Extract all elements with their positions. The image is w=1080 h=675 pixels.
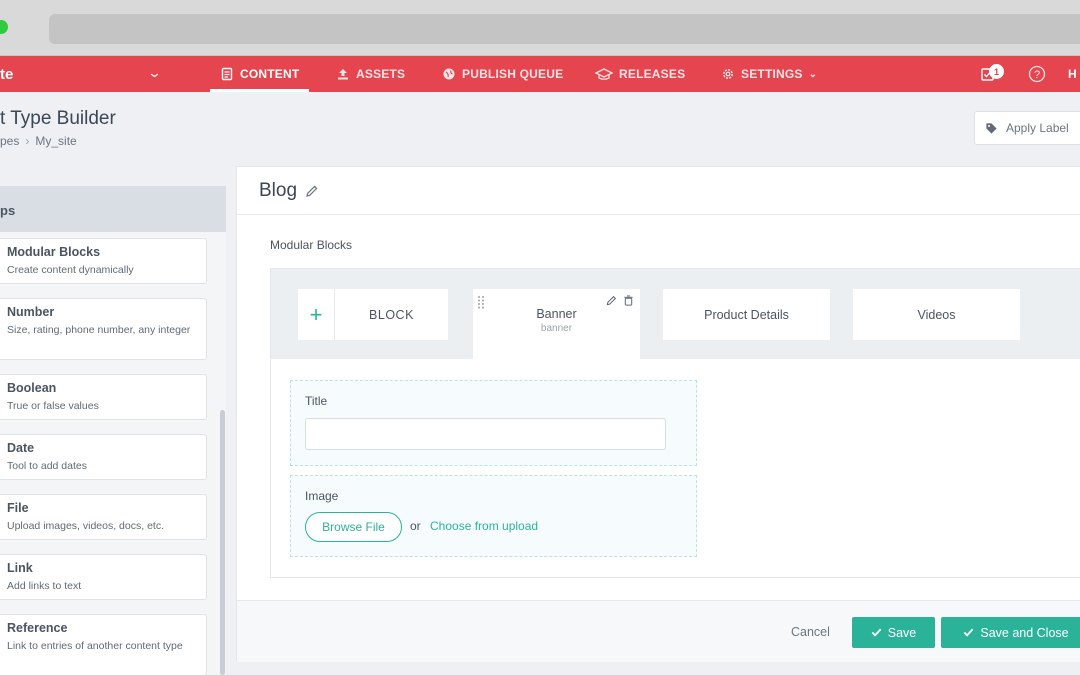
image-field-zone[interactable]: Image Browse File or Choose from upload (290, 475, 697, 557)
top-nav: te ⌄ CONTENT ASSETS PUBLISH QUEUE RELEAS… (0, 56, 1080, 92)
apply-label-button[interactable]: Apply Label (974, 111, 1080, 145)
field-desc: Link to entries of another content type (7, 640, 183, 652)
field-desc: Tool to add dates (7, 460, 87, 472)
title-field-zone[interactable]: Title (290, 380, 697, 466)
field-desc: Size, rating, phone number, any integer (7, 324, 191, 336)
field-boolean[interactable]: Boolean True or false values (0, 374, 207, 420)
field-palette: ps Modular Blocks Create content dynamic… (0, 186, 226, 675)
field-modular-blocks[interactable]: Modular Blocks Create content dynamicall… (0, 238, 207, 284)
field-name: Reference (7, 621, 68, 635)
releases-icon (595, 68, 613, 80)
field-name: Boolean (7, 381, 57, 395)
check-icon (964, 628, 974, 637)
help-icon: ? (1028, 65, 1046, 83)
user-menu[interactable]: H (1068, 56, 1077, 92)
upload-icon (338, 69, 348, 80)
save-label: Save (887, 625, 917, 640)
trash-icon[interactable] (623, 295, 634, 306)
nav-content-label: CONTENT (240, 67, 300, 81)
footer-actions: Cancel Save Save and Close (237, 601, 1080, 662)
field-name: Modular Blocks (7, 245, 101, 259)
block-tab-name: Banner (536, 307, 577, 321)
browser-chrome (0, 0, 1080, 56)
edit-pencil-icon[interactable] (305, 184, 319, 198)
block-tab-videos[interactable]: Videos (853, 289, 1020, 340)
field-date[interactable]: Date Tool to add dates (0, 434, 207, 480)
breadcrumb-current: My_site (35, 134, 77, 148)
block-tab-product-details[interactable]: Product Details (663, 289, 830, 340)
block-tab-tools (606, 295, 634, 306)
svg-text:?: ? (1034, 69, 1040, 81)
nav-assets-label: ASSETS (356, 67, 406, 81)
nav-publish-queue[interactable]: PUBLISH QUEUE (442, 56, 563, 92)
block-tab-uid: banner (540, 323, 573, 334)
field-name: Link (7, 561, 33, 575)
field-desc: Upload images, videos, docs, etc. (7, 520, 164, 532)
cancel-button[interactable]: Cancel (791, 625, 830, 639)
sidebar-scrollbar[interactable] (220, 410, 225, 675)
window-maximize-dot[interactable] (0, 20, 8, 34)
field-name: Date (7, 441, 35, 455)
modular-blocks-label: Modular Blocks (270, 238, 353, 252)
field-desc: Create content dynamically (7, 264, 134, 276)
field-reference[interactable]: Reference Link to entries of another con… (0, 614, 207, 675)
gear-icon (723, 69, 733, 79)
help-button[interactable]: ? (1028, 56, 1046, 92)
tag-icon (986, 122, 997, 134)
block-tab-name: Product Details (704, 307, 789, 322)
title-input[interactable] (305, 418, 666, 450)
plus-icon: + (298, 289, 335, 340)
image-label: Image (305, 489, 339, 503)
stack-name[interactable]: te (0, 66, 13, 83)
drag-handle-icon[interactable] (477, 295, 485, 309)
field-name: File (7, 501, 29, 515)
stack-switcher-chevron-icon[interactable]: ⌄ (147, 65, 162, 81)
divider (237, 214, 1080, 215)
block-tab-name: Videos (917, 307, 956, 322)
nav-assets[interactable]: ASSETS (336, 56, 405, 92)
edit-pencil-icon[interactable] (606, 295, 617, 306)
apply-label-text: Apply Label (1006, 121, 1069, 135)
block-tab-banner[interactable]: Banner banner (473, 289, 640, 360)
page-title: t Type Builder (0, 108, 116, 129)
nav-publish-queue-label: PUBLISH QUEUE (462, 67, 564, 81)
breadcrumb-content-types[interactable]: pes (0, 134, 19, 148)
field-name: Number (7, 305, 55, 319)
field-link[interactable]: Link Add links to text (0, 554, 207, 600)
builder-panel: Blog Modular Blocks + BLOCK Banner banne… (236, 166, 1080, 662)
save-and-close-button[interactable]: Save and Close (941, 617, 1080, 648)
field-desc: True or false values (7, 400, 99, 412)
field-desc: Add links to text (7, 580, 82, 592)
address-bar[interactable] (49, 14, 1080, 44)
settings-chevron-icon: ⌄ (808, 68, 818, 80)
add-block-label: BLOCK (369, 307, 414, 322)
nav-content[interactable]: CONTENT (209, 56, 310, 92)
block-tabs: + BLOCK Banner banner Product Details Vi… (271, 269, 1080, 360)
notification-badge: 1 (989, 64, 1004, 79)
document-icon (221, 67, 233, 81)
add-block-button[interactable]: + BLOCK (298, 289, 448, 340)
choose-from-upload-link[interactable]: Choose from upload (430, 519, 538, 533)
field-file[interactable]: File Upload images, videos, docs, etc. (0, 494, 207, 540)
nav-releases-label: RELEASES (619, 67, 686, 81)
user-initials: H (1068, 67, 1077, 81)
nav-settings[interactable]: SETTINGS ⌄ (721, 56, 817, 92)
check-icon (871, 628, 882, 637)
nav-releases[interactable]: RELEASES (595, 56, 685, 92)
globe-icon (443, 68, 455, 80)
title-label: Title (305, 394, 328, 408)
field-number[interactable]: Number Size, rating, phone number, any i… (0, 298, 207, 360)
save-button[interactable]: Save (852, 617, 935, 648)
content-type-title: Blog (259, 180, 319, 202)
save-and-close-label: Save and Close (980, 625, 1069, 640)
field-palette-title: ps (0, 186, 226, 232)
modular-blocks-field: + BLOCK Banner banner Product Details Vi… (270, 268, 1080, 578)
or-text: or (410, 519, 421, 533)
nav-settings-label: SETTINGS (741, 67, 803, 81)
breadcrumb-separator-icon: › (25, 134, 30, 148)
content-type-name: Blog (259, 180, 298, 201)
browse-file-button[interactable]: Browse File (305, 512, 402, 542)
breadcrumb: pes › My_site (0, 134, 77, 148)
